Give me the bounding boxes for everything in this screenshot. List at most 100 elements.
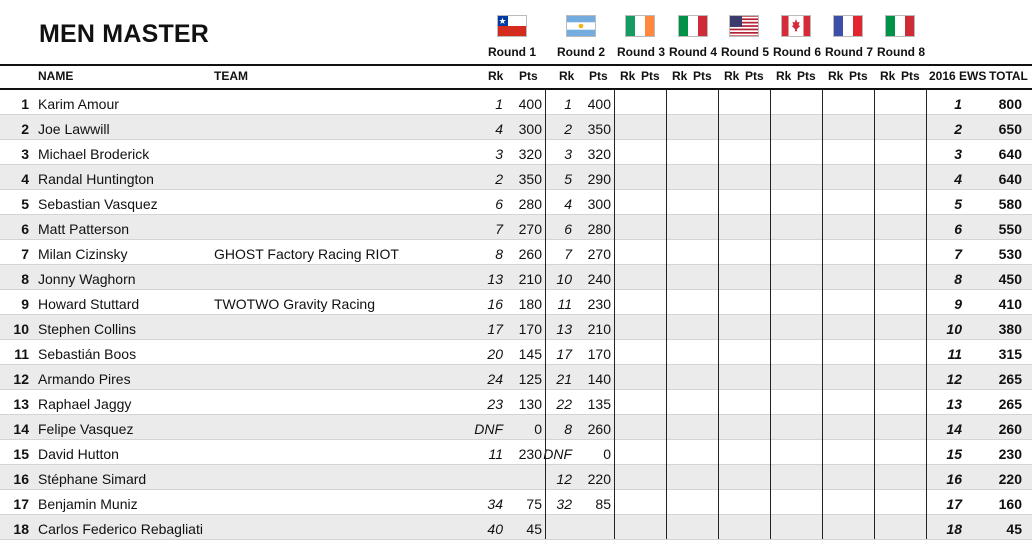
rank-cell: 15: [13, 446, 29, 462]
round1-rank: 23: [487, 396, 503, 412]
round1-rank: 6: [495, 196, 503, 212]
round-label: Round 6: [773, 45, 821, 59]
column-header-rk: Rk: [559, 69, 575, 83]
column-divider: [822, 90, 823, 539]
total-points: 265: [998, 371, 1022, 387]
rider-name: Benjamin Muniz: [38, 496, 138, 512]
rank-cell: 18: [13, 521, 29, 537]
round2-points: 140: [587, 371, 611, 387]
round2-points: 350: [587, 121, 611, 137]
ews-rank: 9: [954, 296, 962, 312]
round2-rank: 17: [556, 346, 572, 362]
column-divider: [718, 90, 719, 539]
team-name: TWOTWO Gravity Racing: [214, 296, 376, 312]
rank-cell: 10: [13, 321, 29, 337]
round1-rank: 40: [487, 521, 503, 537]
usa-flag-icon: [729, 15, 759, 37]
rider-name: Stéphane Simard: [38, 471, 147, 487]
round1-points: 270: [518, 221, 542, 237]
column-header-rk: Rk: [488, 69, 504, 83]
round2-rank: 13: [556, 321, 572, 337]
team-name: GHOST Factory Racing RIOT: [214, 246, 399, 262]
round-label: Round 1: [488, 45, 536, 59]
ews-rank: 3: [954, 146, 962, 162]
column-header-rk: Rk: [880, 69, 896, 83]
round1-points: 145: [518, 346, 542, 362]
total-points: 640: [998, 146, 1022, 162]
column-header-pts: Pts: [641, 69, 660, 83]
round1-points: 125: [518, 371, 542, 387]
table-row: 14 Felipe Vasquez DNF 0 8 260 14 260: [0, 415, 1032, 440]
round2-points: 210: [587, 321, 611, 337]
round2-rank: 10: [556, 271, 572, 287]
argentina-flag-icon: [566, 15, 596, 37]
round1-rank: 7: [495, 221, 503, 237]
round-label: Round 7: [825, 45, 873, 59]
round1-rank: DNF: [474, 421, 503, 437]
round1-rank: 24: [487, 371, 503, 387]
total-points: 220: [998, 471, 1022, 487]
column-header-rk: Rk: [620, 69, 636, 83]
round2-points: 300: [587, 196, 611, 212]
table-row: 17 Benjamin Muniz 34 75 32 85 17 160: [0, 490, 1032, 515]
column-divider: [614, 90, 615, 539]
rider-name: Joe Lawwill: [38, 121, 110, 137]
round1-points: 45: [526, 521, 542, 537]
round2-rank: 32: [556, 496, 572, 512]
rider-name: Raphael Jaggy: [38, 396, 132, 412]
round-label: Round 4: [669, 45, 717, 59]
ews-rank: 11: [947, 346, 962, 362]
round1-points: 210: [518, 271, 542, 287]
round2-points: 0: [603, 446, 611, 462]
total-points: 640: [998, 171, 1022, 187]
column-divider: [545, 90, 546, 539]
france-flag-icon: [833, 15, 863, 37]
round-label: Round 3: [617, 45, 665, 59]
table-row: 2 Joe Lawwill 4 300 2 350 2 650: [0, 115, 1032, 140]
total-points: 650: [998, 121, 1022, 137]
table-row: 9 Howard Stuttard TWOTWO Gravity Racing 16 1…: [0, 290, 1032, 315]
ews-rank: 5: [954, 196, 962, 212]
round-label: Round 5: [721, 45, 769, 59]
total-points: 800: [998, 96, 1022, 112]
column-header-pts: Pts: [589, 69, 608, 83]
column-header-pts: Pts: [745, 69, 764, 83]
ews-rank: 4: [954, 171, 962, 187]
italy-flag-icon: [678, 15, 708, 37]
table-row: 15 David Hutton 11 230 DNF 0 15 230: [0, 440, 1032, 465]
round2-rank: 6: [564, 221, 572, 237]
ews-rank: 2: [954, 121, 962, 137]
column-header-pts: Pts: [797, 69, 816, 83]
round1-rank: 1: [495, 96, 503, 112]
table-row: 6 Matt Patterson 7 270 6 280 6 550: [0, 215, 1032, 240]
rider-name: David Hutton: [38, 446, 119, 462]
total-points: 230: [998, 446, 1022, 462]
round2-rank: 4: [564, 196, 572, 212]
ews-rank: 18: [946, 521, 962, 537]
rank-cell: 14: [13, 421, 29, 437]
rider-name: Karim Amour: [38, 96, 119, 112]
ews-rank: 1: [954, 96, 962, 112]
column-header-rk: Rk: [724, 69, 740, 83]
table-row: 18 Carlos Federico Rebagliati 40 45 18 45: [0, 515, 1032, 540]
rank-cell: 11: [14, 346, 29, 362]
total-points: 530: [998, 246, 1022, 262]
round1-rank: 16: [487, 296, 503, 312]
rider-name: Armando Pires: [38, 371, 131, 387]
rank-cell: 4: [21, 171, 29, 187]
chile-flag-icon: [497, 15, 527, 37]
table-row: 1 Karim Amour 1 400 1 400 1 800: [0, 90, 1032, 115]
rider-name: Randal Huntington: [38, 171, 154, 187]
round2-points: 280: [587, 221, 611, 237]
total-points: 265: [998, 396, 1022, 412]
round2-rank: 1: [564, 96, 572, 112]
round2-points: 270: [587, 246, 611, 262]
column-header-name: NAME: [38, 69, 74, 83]
header-top-rule: [0, 64, 1032, 66]
italy-flag-icon: [885, 15, 915, 37]
round2-rank: 3: [564, 146, 572, 162]
total-points: 260: [998, 421, 1022, 437]
rank-cell: 7: [21, 246, 29, 262]
ews-rank: 16: [946, 471, 962, 487]
rank-cell: 9: [21, 296, 29, 312]
